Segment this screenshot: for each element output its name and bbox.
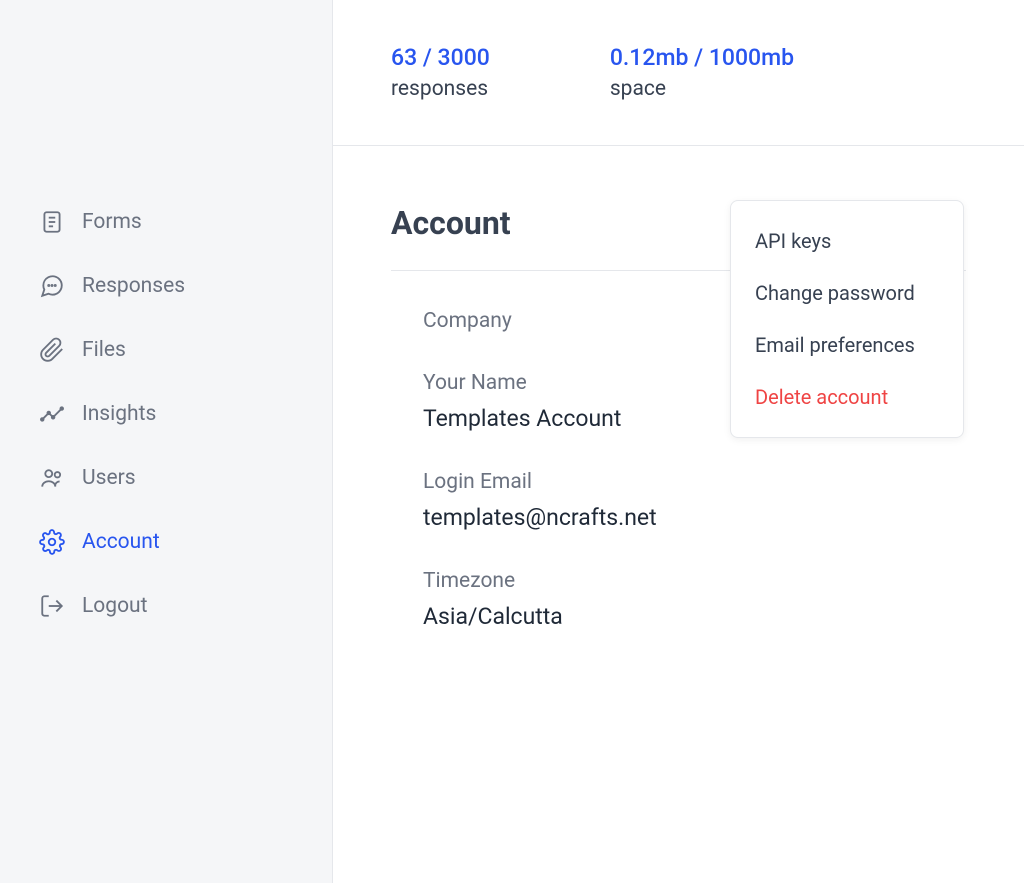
sidebar-item-responses[interactable]: Responses (38, 254, 332, 318)
sidebar: Forms Responses Files Insights Users Acc… (0, 0, 333, 883)
field-email-label: Login Email (423, 470, 966, 494)
sidebar-item-forms[interactable]: Forms (38, 190, 332, 254)
stat-space-label: space (610, 77, 794, 101)
chat-icon (38, 272, 66, 300)
document-icon (38, 208, 66, 236)
sidebar-item-users[interactable]: Users (38, 446, 332, 510)
chart-line-icon (38, 400, 66, 428)
gear-icon (38, 528, 66, 556)
sidebar-item-files[interactable]: Files (38, 318, 332, 382)
field-timezone: Timezone Asia/Calcutta (423, 569, 966, 630)
main-content: 63 / 3000 responses 0.12mb / 1000mb spac… (333, 0, 1024, 883)
stat-responses-label: responses (391, 77, 490, 101)
field-timezone-label: Timezone (423, 569, 966, 593)
sidebar-item-logout[interactable]: Logout (38, 574, 332, 638)
dropdown-item-api-keys[interactable]: API keys (731, 215, 963, 267)
stat-space: 0.12mb / 1000mb space (610, 44, 794, 101)
dropdown-item-change-password[interactable]: Change password (731, 267, 963, 319)
sidebar-item-label: Account (82, 530, 160, 554)
stats-bar: 63 / 3000 responses 0.12mb / 1000mb spac… (333, 0, 1024, 146)
stat-responses: 63 / 3000 responses (391, 44, 490, 101)
dropdown-item-delete-account[interactable]: Delete account (731, 371, 963, 423)
sidebar-item-insights[interactable]: Insights (38, 382, 332, 446)
sidebar-item-label: Users (82, 466, 136, 490)
field-timezone-value: Asia/Calcutta (423, 603, 966, 630)
sidebar-item-label: Forms (82, 210, 142, 234)
logout-icon (38, 592, 66, 620)
sidebar-item-account[interactable]: Account (38, 510, 332, 574)
stat-responses-value: 63 / 3000 (391, 44, 490, 71)
sidebar-item-label: Files (82, 338, 126, 362)
field-email-value: templates@ncrafts.net (423, 504, 966, 531)
users-icon (38, 464, 66, 492)
field-email: Login Email templates@ncrafts.net (423, 470, 966, 531)
sidebar-item-label: Logout (82, 594, 148, 618)
stat-space-value: 0.12mb / 1000mb (610, 44, 794, 71)
sidebar-item-label: Insights (82, 402, 156, 426)
account-dropdown-menu: API keys Change password Email preferenc… (730, 200, 964, 438)
paperclip-icon (38, 336, 66, 364)
sidebar-item-label: Responses (82, 274, 185, 298)
dropdown-item-email-preferences[interactable]: Email preferences (731, 319, 963, 371)
